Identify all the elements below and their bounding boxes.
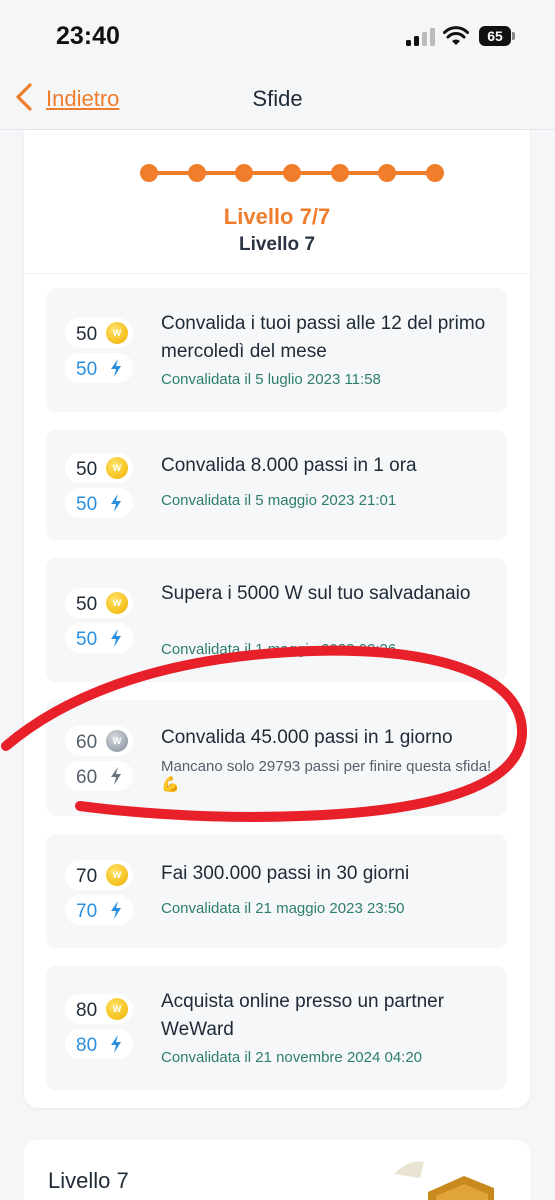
page-title: Sfide (252, 86, 303, 111)
coin-icon: W (106, 592, 128, 614)
bolt-reward: 50 (65, 353, 133, 383)
bolt-icon (111, 901, 121, 919)
bolt-icon (111, 1035, 121, 1053)
progress-dot (378, 164, 397, 182)
challenge-title: Fai 300.000 passi in 30 giorni (161, 863, 410, 884)
progress-dot (187, 164, 206, 182)
challenge-status: Mancano solo 29793 passi per finire ques… (161, 758, 492, 793)
coin-reward: 60 W (65, 726, 133, 756)
bolt-reward: 50 (65, 488, 133, 518)
challenge-item[interactable]: 60 W 60 Convalida 45.000 passi in 1 gior… (46, 700, 507, 816)
status-time: 23:40 (56, 22, 120, 50)
level-progress (140, 162, 444, 184)
coin-icon: W (106, 322, 128, 344)
bolt-icon (111, 359, 121, 377)
progress-dot (235, 164, 254, 182)
signal-icon (406, 28, 436, 46)
battery-level: 65 (479, 26, 511, 46)
challenge-item[interactable]: 50 W 50 Convalida 8.000 passi in 1 ora C… (46, 430, 507, 540)
wifi-icon (443, 26, 469, 45)
next-level-title: Livello 7 (48, 1168, 129, 1193)
coin-reward: 70 W (65, 860, 133, 890)
challenge-title: Convalida 45.000 passi in 1 giorno (161, 727, 453, 748)
level-card: Livello 7/7 Livello 7 50 W 50 Convalida … (24, 130, 530, 1108)
coin-icon: W (106, 998, 128, 1020)
challenge-status: Convalidata il 5 maggio 2023 21:01 (161, 492, 397, 509)
challenge-status: Convalidata il 21 maggio 2023 23:50 (161, 900, 405, 917)
coin-reward: 50 W (65, 588, 133, 618)
level-subtitle: Livello 7 (238, 234, 316, 255)
coin-reward: 80 W (65, 994, 133, 1024)
challenge-item[interactable]: 70 W 70 Fai 300.000 passi in 30 giorni C… (46, 834, 507, 948)
coin-icon: W (106, 457, 128, 479)
bolt-reward: 60 (65, 761, 133, 791)
progress-dot (140, 164, 158, 182)
status-bar: 23:40 65 (0, 0, 555, 72)
progress-dot (330, 164, 349, 182)
divider (24, 273, 530, 274)
bolt-icon (111, 629, 121, 647)
challenge-title: Acquista online presso un partner WeWard (161, 991, 445, 1040)
coin-icon: W (106, 730, 128, 752)
coin-reward: 50 W (65, 318, 133, 348)
bolt-icon (111, 494, 121, 512)
battery-icon: 65 (479, 26, 515, 46)
bolt-reward: 80 (65, 1029, 133, 1059)
challenge-status: Convalidata il 1 maggio 2023 02:26 (161, 641, 397, 658)
progress-dot (426, 164, 444, 182)
next-level-card[interactable]: Livello 7 (24, 1140, 530, 1200)
challenge-title: Convalida i tuoi passi alle 12 del primo… (161, 313, 486, 362)
challenge-title: Supera i 5000 W sul tuo salvadanaio (161, 583, 471, 604)
challenge-status: Convalidata il 5 luglio 2023 11:58 (161, 371, 381, 388)
challenge-status: Convalidata il 21 novembre 2024 04:20 (161, 1049, 423, 1066)
level-badge-icon (394, 1161, 494, 1200)
progress-dot (283, 164, 301, 182)
coin-reward: 50 W (65, 453, 133, 483)
level-title: Livello 7/7 (223, 204, 331, 229)
challenge-title: Convalida 8.000 passi in 1 ora (161, 455, 417, 476)
navigation-bar: Indietro Sfide (0, 72, 555, 130)
challenge-item[interactable]: 50 W 50 Convalida i tuoi passi alle 12 d… (46, 288, 507, 412)
challenge-item[interactable]: 50 W 50 Supera i 5000 W sul tuo salvadan… (46, 558, 507, 682)
bolt-reward: 50 (65, 623, 133, 653)
bolt-icon (111, 767, 121, 785)
challenge-item[interactable]: 80 W 80 Acquista online presso un partne… (46, 966, 507, 1090)
bolt-reward: 70 (65, 895, 133, 925)
coin-icon: W (106, 864, 128, 886)
